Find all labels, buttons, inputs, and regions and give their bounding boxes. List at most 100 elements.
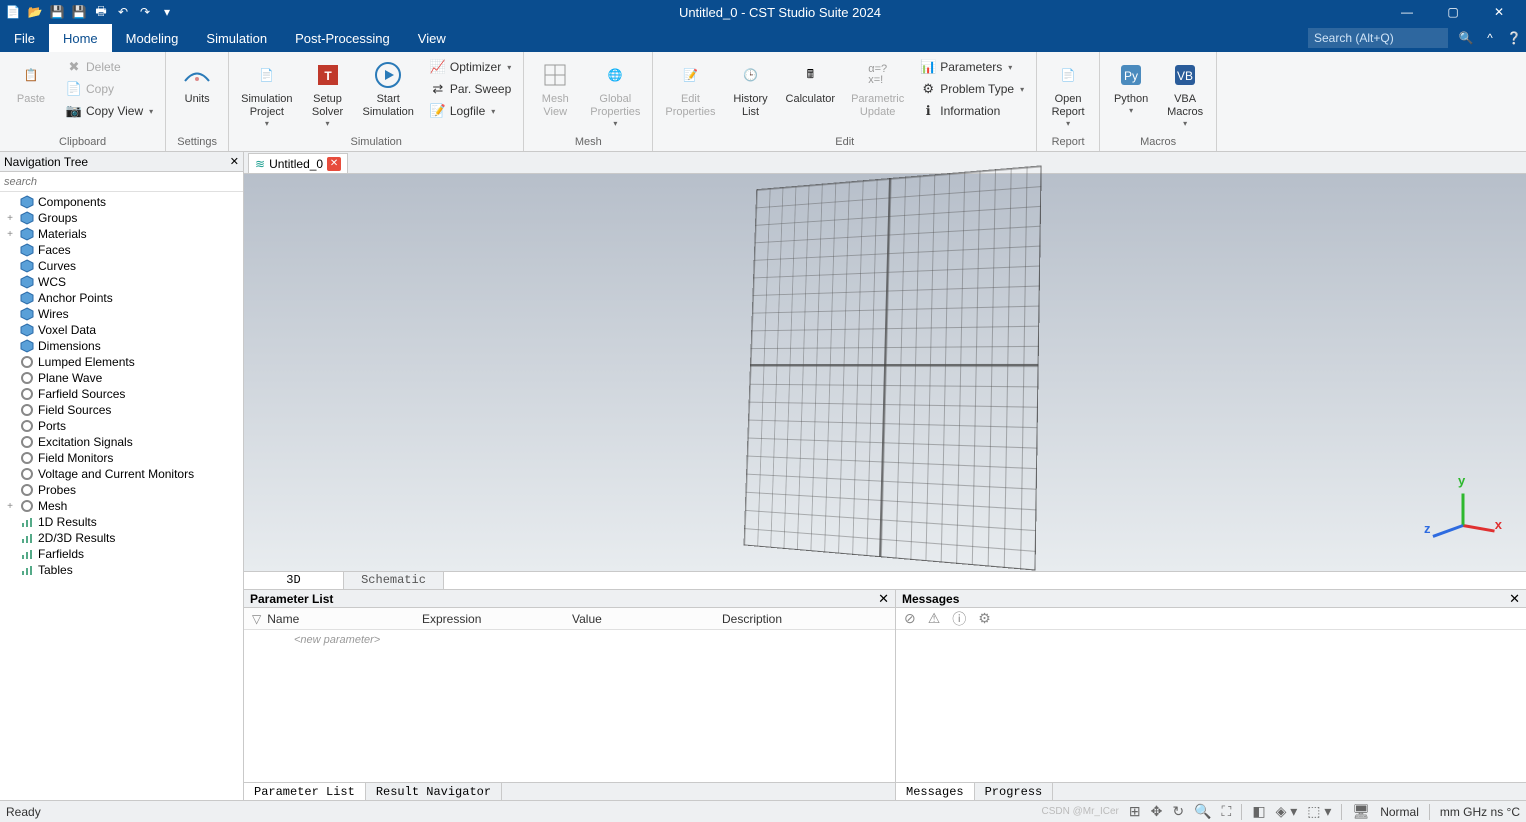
tree-item[interactable]: Voltage and Current Monitors bbox=[0, 466, 243, 482]
tree-item[interactable]: Farfield Sources bbox=[0, 386, 243, 402]
param-columns: ▽Name Expression Value Description bbox=[244, 608, 895, 630]
tree-item[interactable]: 2D/3D Results bbox=[0, 530, 243, 546]
tab-simulation[interactable]: Simulation bbox=[192, 24, 281, 52]
tree-item[interactable]: Dimensions bbox=[0, 338, 243, 354]
document-tab[interactable]: ≋ Untitled_0 ✕ bbox=[248, 153, 348, 173]
maximize-button[interactable]: ▢ bbox=[1430, 0, 1476, 24]
tab-file[interactable]: File bbox=[0, 24, 49, 52]
parameters-button[interactable]: 📊Parameters▾ bbox=[914, 57, 1030, 77]
status-fit-icon[interactable]: ⛶ bbox=[1222, 803, 1232, 820]
open-report-button[interactable]: 📄Open Report▾ bbox=[1043, 55, 1093, 132]
status-zoom-icon[interactable]: 🔍 bbox=[1194, 803, 1211, 820]
tree-item[interactable]: Faces bbox=[0, 242, 243, 258]
close-panel-icon[interactable]: ✕ bbox=[230, 155, 239, 168]
qat-save-all-icon[interactable]: 💾 bbox=[70, 3, 88, 21]
nav-search-input[interactable] bbox=[0, 172, 243, 192]
tree-item[interactable]: Curves bbox=[0, 258, 243, 274]
search-icon[interactable]: 🔍 bbox=[1454, 24, 1478, 52]
close-button[interactable]: ✕ bbox=[1476, 0, 1522, 24]
tree-item[interactable]: Tables bbox=[0, 562, 243, 578]
tab-modeling[interactable]: Modeling bbox=[112, 24, 193, 52]
status-view-icon[interactable]: ◧ bbox=[1252, 803, 1265, 820]
tree-item[interactable]: Voxel Data bbox=[0, 322, 243, 338]
status-3d-icon[interactable]: ⬚ ▾ bbox=[1307, 803, 1331, 820]
qat-save-icon[interactable]: 💾 bbox=[48, 3, 66, 21]
qat-open-icon[interactable]: 📂 bbox=[26, 3, 44, 21]
viewtab-schematic[interactable]: Schematic bbox=[344, 572, 444, 589]
tree-item[interactable]: Anchor Points bbox=[0, 290, 243, 306]
par-sweep-button[interactable]: ⇄Par. Sweep bbox=[424, 79, 517, 99]
status-display-icon[interactable]: 🖥 bbox=[1352, 803, 1370, 820]
tree-item[interactable]: Excitation Signals bbox=[0, 434, 243, 450]
status-rotate-icon[interactable]: ↻ bbox=[1172, 803, 1184, 820]
optimizer-button[interactable]: 📈Optimizer▾ bbox=[424, 57, 517, 77]
warning-filter-icon[interactable]: ⚠ bbox=[928, 610, 941, 627]
tree-item[interactable]: Ports bbox=[0, 418, 243, 434]
copy-button[interactable]: 📄Copy bbox=[60, 79, 159, 99]
qat-undo-icon[interactable]: ↶ bbox=[114, 3, 132, 21]
close-param-icon[interactable]: ✕ bbox=[878, 591, 889, 607]
edit-properties-button[interactable]: 📝Edit Properties bbox=[659, 55, 721, 123]
viewtab-3d[interactable]: 3D bbox=[244, 572, 344, 589]
tree-item[interactable]: Lumped Elements bbox=[0, 354, 243, 370]
msg-title: Messages bbox=[902, 592, 959, 606]
collapse-ribbon-icon[interactable]: ^ bbox=[1478, 24, 1502, 52]
tab-view[interactable]: View bbox=[404, 24, 460, 52]
tree-item[interactable]: Farfields bbox=[0, 546, 243, 562]
filter-icon[interactable]: ▽ bbox=[252, 612, 261, 626]
tree-item[interactable]: Field Monitors bbox=[0, 450, 243, 466]
delete-button[interactable]: ✖Delete bbox=[60, 57, 159, 77]
tree-item[interactable]: Field Sources bbox=[0, 402, 243, 418]
3d-viewport[interactable]: x y z bbox=[244, 174, 1526, 572]
units-button[interactable]: Units bbox=[172, 55, 222, 110]
simulation-project-button[interactable]: 📄Simulation Project▾ bbox=[235, 55, 298, 132]
qat-new-icon[interactable]: 📄 bbox=[4, 3, 22, 21]
calculator-button[interactable]: 🖩Calculator bbox=[780, 55, 842, 110]
navigation-tree[interactable]: Components+Groups+MaterialsFacesCurvesWC… bbox=[0, 192, 243, 800]
tree-item[interactable]: WCS bbox=[0, 274, 243, 290]
parametric-update-button[interactable]: α=?x=!Parametric Update bbox=[845, 55, 910, 123]
history-list-button[interactable]: 🕒History List bbox=[726, 55, 776, 123]
tab-parameter-list[interactable]: Parameter List bbox=[244, 783, 366, 800]
logfile-button[interactable]: 📝Logfile▾ bbox=[424, 101, 517, 121]
info-filter-icon[interactable]: ⓘ bbox=[952, 609, 966, 629]
tree-item[interactable]: +Mesh bbox=[0, 498, 243, 514]
paste-button[interactable]: 📋Paste bbox=[6, 55, 56, 110]
status-cube-icon[interactable]: ◈ ▾ bbox=[1276, 803, 1298, 820]
qat-dropdown-icon[interactable]: ▾ bbox=[158, 3, 176, 21]
new-parameter-row[interactable]: <new parameter> bbox=[244, 630, 895, 650]
tab-home[interactable]: Home bbox=[49, 24, 112, 52]
tab-progress[interactable]: Progress bbox=[975, 783, 1054, 800]
setup-solver-button[interactable]: TSetup Solver▾ bbox=[303, 55, 353, 132]
close-tab-icon[interactable]: ✕ bbox=[327, 157, 341, 171]
python-button[interactable]: PyPython▾ bbox=[1106, 55, 1156, 119]
global-properties-button[interactable]: 🌐Global Properties▾ bbox=[584, 55, 646, 132]
tree-item[interactable]: +Materials bbox=[0, 226, 243, 242]
tree-item[interactable]: Components bbox=[0, 194, 243, 210]
tree-item[interactable]: Wires bbox=[0, 306, 243, 322]
tab-result-navigator[interactable]: Result Navigator bbox=[366, 783, 502, 800]
mesh-view-button[interactable]: Mesh View bbox=[530, 55, 580, 123]
search-input[interactable] bbox=[1308, 28, 1448, 48]
tree-item[interactable]: Plane Wave bbox=[0, 370, 243, 386]
qat-print-icon[interactable]: 🖶 bbox=[92, 3, 110, 21]
copy-view-button[interactable]: 📷Copy View▾ bbox=[60, 101, 159, 121]
tree-item[interactable]: Probes bbox=[0, 482, 243, 498]
start-simulation-button[interactable]: Start Simulation bbox=[357, 55, 420, 123]
close-msg-icon[interactable]: ✕ bbox=[1509, 591, 1520, 607]
status-tool1-icon[interactable]: ⊞ bbox=[1129, 803, 1141, 820]
title-bar: 📄 📂 💾 💾 🖶 ↶ ↷ ▾ Untitled_0 - CST Studio … bbox=[0, 0, 1526, 24]
tab-messages[interactable]: Messages bbox=[896, 783, 975, 800]
tab-postprocessing[interactable]: Post-Processing bbox=[281, 24, 404, 52]
minimize-button[interactable]: — bbox=[1384, 0, 1430, 24]
tree-item[interactable]: 1D Results bbox=[0, 514, 243, 530]
problem-type-button[interactable]: ⚙Problem Type▾ bbox=[914, 79, 1030, 99]
help-icon[interactable]: ❔ bbox=[1502, 24, 1526, 52]
error-filter-icon[interactable]: ⊘ bbox=[904, 610, 916, 627]
tree-item[interactable]: +Groups bbox=[0, 210, 243, 226]
settings-icon[interactable]: ⚙ bbox=[978, 610, 991, 627]
qat-redo-icon[interactable]: ↷ bbox=[136, 3, 154, 21]
vba-macros-button[interactable]: VBVBA Macros▾ bbox=[1160, 55, 1210, 132]
information-button[interactable]: ℹInformation bbox=[914, 101, 1030, 121]
status-move-icon[interactable]: ✥ bbox=[1151, 803, 1163, 820]
